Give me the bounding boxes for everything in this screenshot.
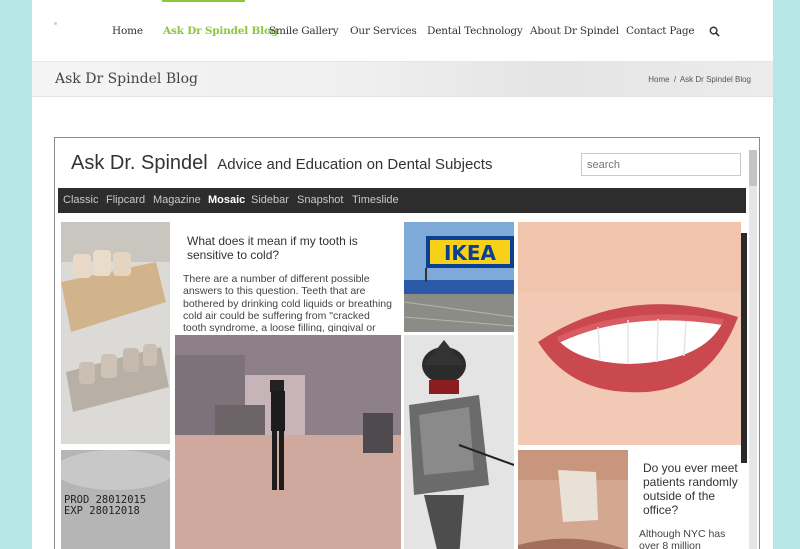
post-image-film-scene[interactable]	[175, 335, 401, 549]
tab-flipcard[interactable]: Flipcard	[106, 194, 145, 206]
nav-item-dental-technology[interactable]: Dental Technology	[427, 25, 523, 37]
nav-item-about[interactable]: About Dr Spindel	[530, 25, 619, 37]
samurai-image	[404, 335, 514, 549]
tab-classic[interactable]: Classic	[63, 194, 98, 206]
post-image-ikea[interactable]: IKEA	[404, 222, 514, 332]
tab-timeslide[interactable]: Timeslide	[352, 194, 399, 206]
blog-subtitle: Advice and Education on Dental Subjects	[217, 156, 493, 173]
film-scene-image	[175, 335, 401, 549]
scrollbar-track[interactable]	[749, 150, 757, 549]
smile-image	[518, 222, 741, 445]
main-nav: Home Ask Dr Spindel Blog Smile Gallery O…	[32, 0, 773, 62]
post-excerpt: There are a number of different possible…	[183, 273, 392, 332]
tab-snapshot[interactable]: Snapshot	[297, 194, 343, 206]
post-image-samurai[interactable]	[404, 335, 514, 549]
post-image-package-label[interactable]: PROD 28012015 EXP 28012018	[61, 450, 170, 549]
blog-widget-frame: Ask Dr. Spindel Advice and Education on …	[54, 137, 760, 549]
nav-item-home[interactable]: Home	[112, 25, 143, 37]
page-title: Ask Dr Spindel Blog	[55, 71, 198, 87]
nav-item-blog[interactable]: Ask Dr Spindel Blog	[163, 25, 278, 37]
dental-models-image	[61, 222, 170, 444]
blog-title-text: Ask Dr. Spindel	[71, 152, 208, 174]
tab-sidebar[interactable]: Sidebar	[251, 194, 289, 206]
page-title-bar: Ask Dr Spindel Blog Home / Ask Dr Spinde…	[32, 62, 773, 97]
breadcrumb: Home / Ask Dr Spindel Blog	[648, 75, 751, 84]
post-image-smile[interactable]	[518, 222, 741, 445]
breadcrumb-current: Ask Dr Spindel Blog	[679, 75, 751, 84]
post-excerpt: Although NYC has over 8 million resident…	[639, 528, 726, 549]
breadcrumb-home[interactable]: Home	[648, 75, 669, 84]
scrollbar-thumb[interactable]	[749, 150, 757, 186]
tile-edge	[741, 233, 747, 463]
package-label-line2: EXP 28012018	[64, 505, 140, 517]
blog-title: Ask Dr. Spindel Advice and Education on …	[71, 152, 492, 175]
tab-mosaic[interactable]: Mosaic	[208, 194, 245, 206]
ikea-sign-text: IKEA	[444, 241, 497, 265]
post-card-meet-patients[interactable]: Do you ever meet patients randomly outsi…	[632, 450, 741, 549]
site-header: Home Ask Dr Spindel Blog Smile Gallery O…	[32, 0, 773, 62]
tab-magazine[interactable]: Magazine	[153, 194, 201, 206]
post-image-dental-models[interactable]	[61, 222, 170, 444]
post-image-face-patch[interactable]	[518, 450, 628, 549]
nav-item-our-services[interactable]: Our Services	[350, 25, 417, 37]
blog-search-input[interactable]	[581, 153, 741, 176]
face-patch-image	[518, 450, 628, 549]
view-tabs: Classic Flipcard Magazine Mosaic Sidebar…	[58, 188, 746, 213]
breadcrumb-separator: /	[673, 75, 677, 84]
post-card-sensitive-tooth[interactable]: What does it mean if my tooth is sensiti…	[175, 222, 401, 332]
nav-item-contact[interactable]: Contact Page	[626, 25, 695, 37]
post-heading[interactable]: What does it mean if my tooth is sensiti…	[187, 234, 387, 262]
post-heading[interactable]: Do you ever meet patients randomly outsi…	[643, 461, 739, 517]
search-icon[interactable]	[709, 26, 720, 37]
package-label-image: PROD 28012015 EXP 28012018	[61, 450, 170, 549]
page: Home Ask Dr Spindel Blog Smile Gallery O…	[32, 0, 773, 549]
nav-item-smile-gallery[interactable]: Smile Gallery	[269, 25, 339, 37]
ikea-store-image: IKEA	[404, 222, 514, 332]
